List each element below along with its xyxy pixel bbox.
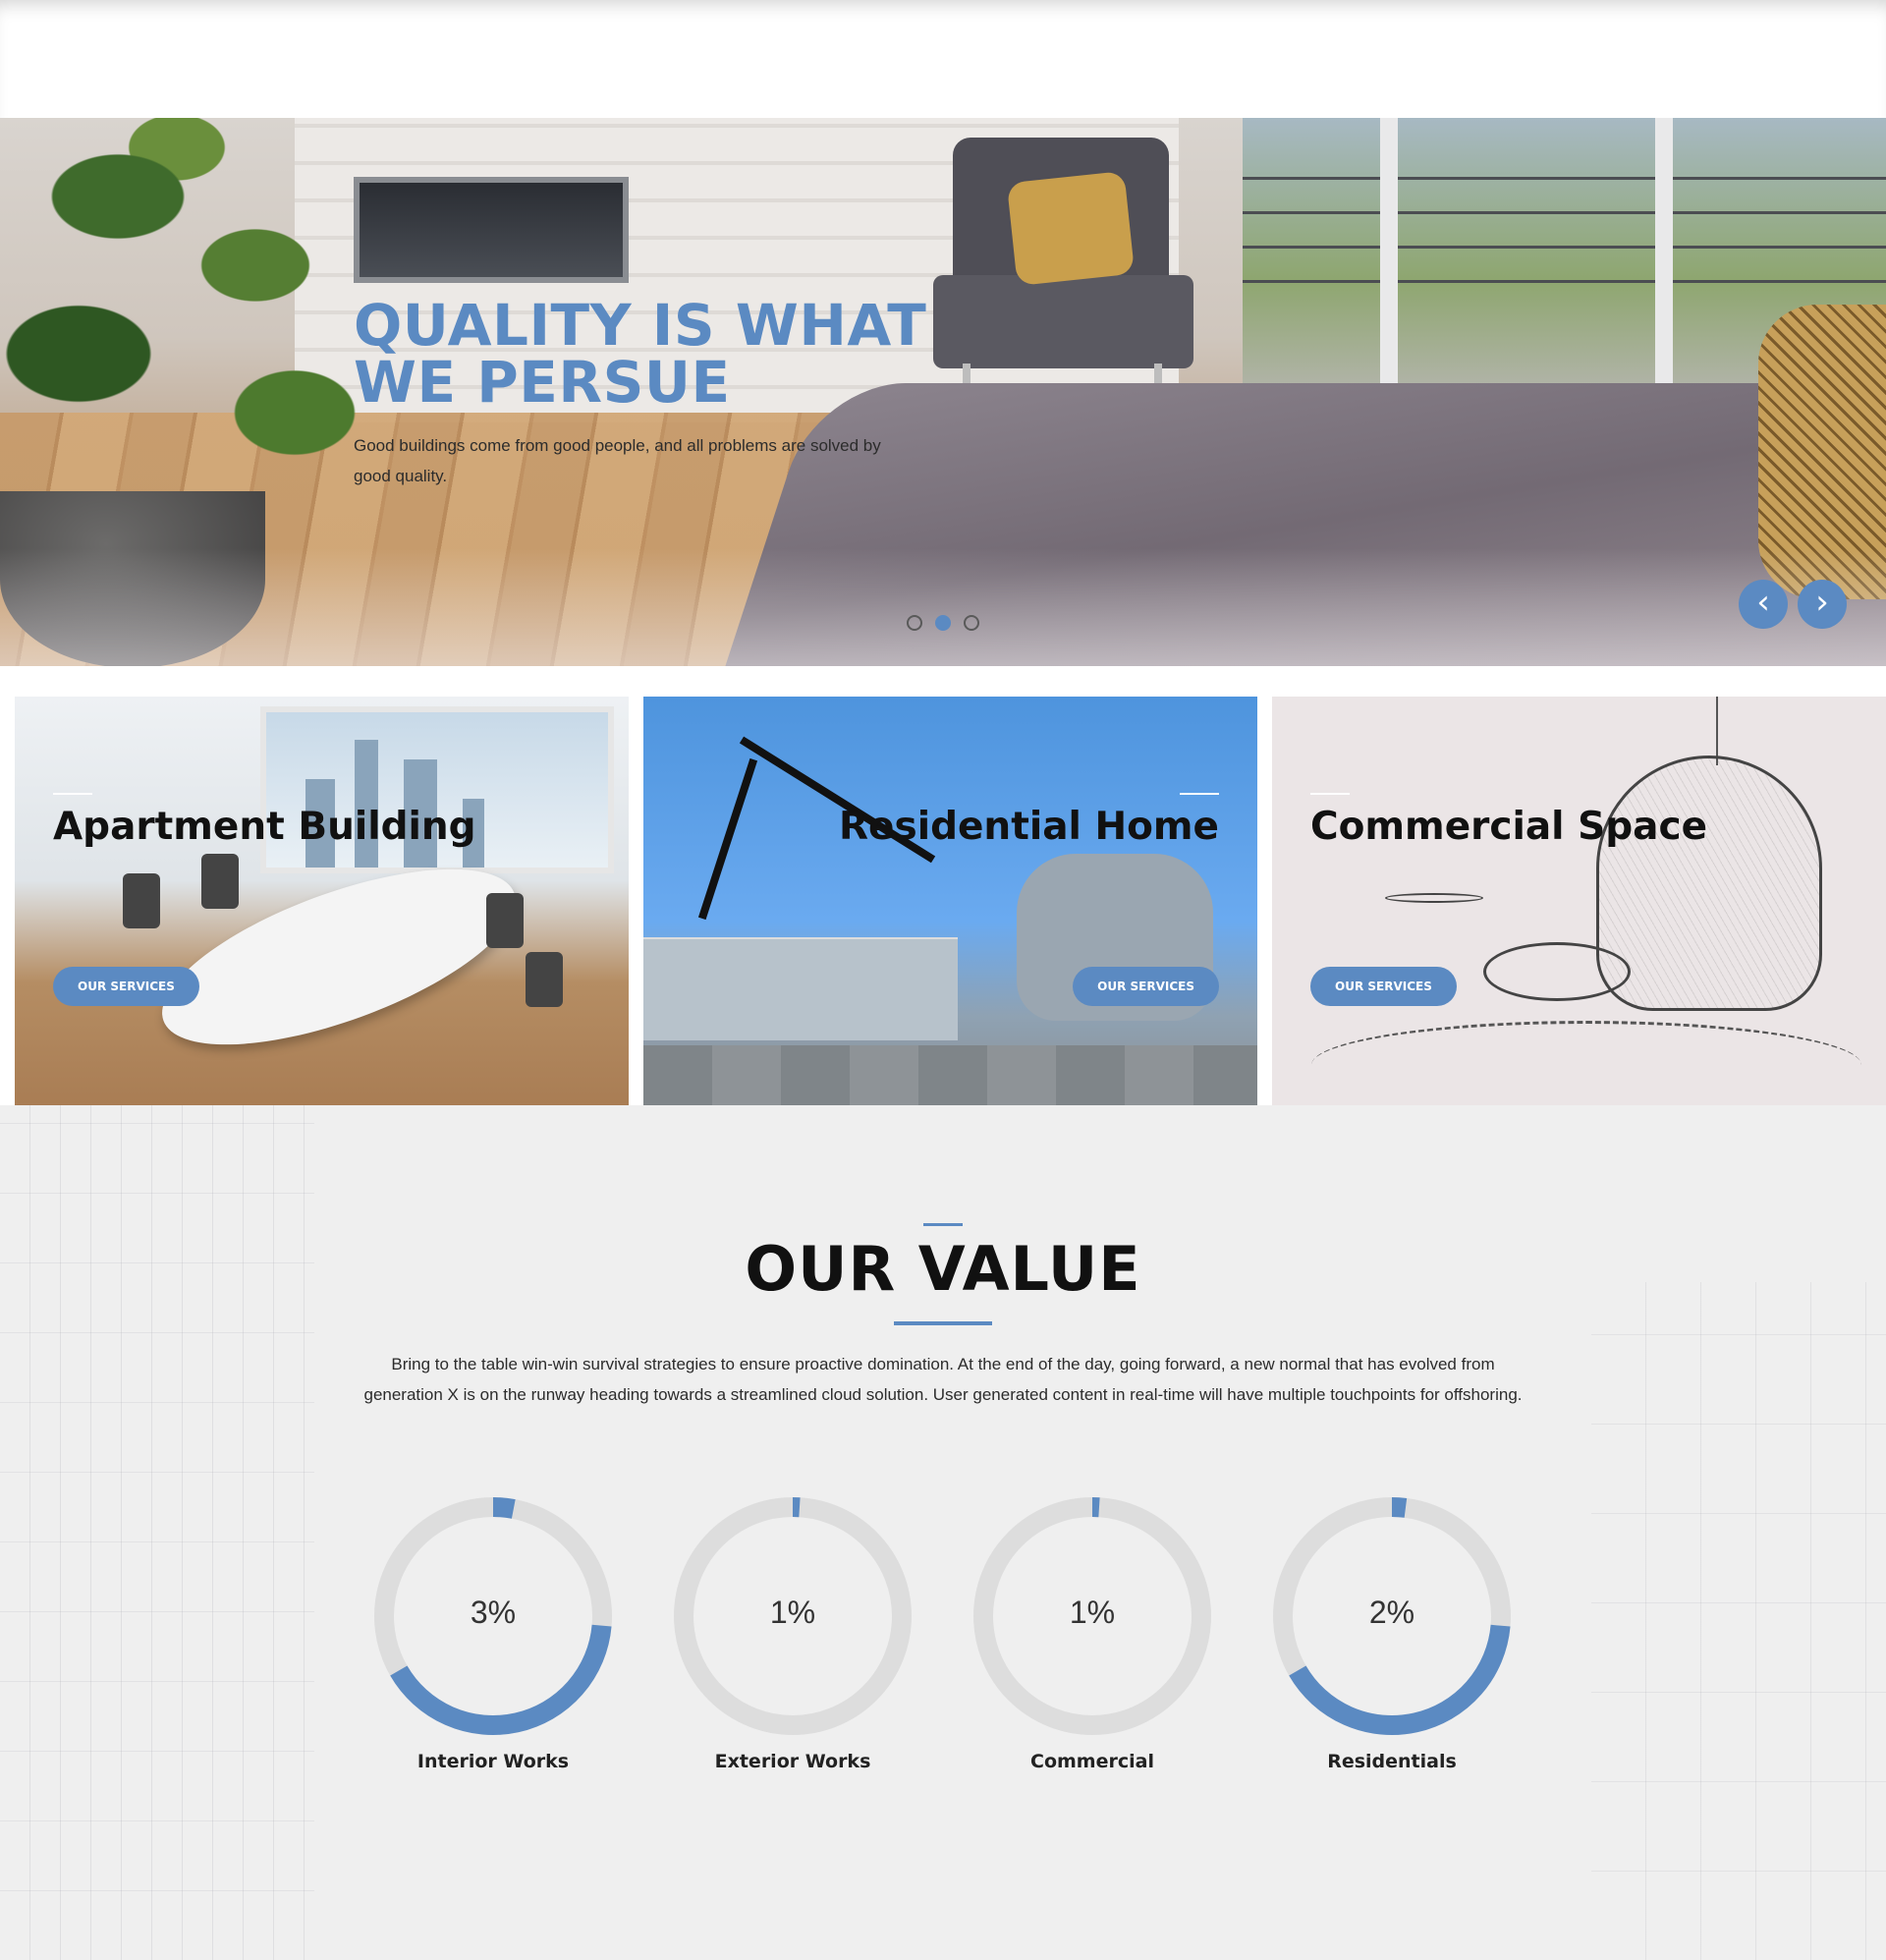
tile-rug-sketch: [1311, 1021, 1861, 1105]
service-tile-residential[interactable]: Residential Home OUR SERVICES: [643, 697, 1257, 1105]
section-title-underline: [894, 1321, 992, 1325]
header-bar: [0, 0, 1886, 118]
tile-lamp-decor: [697, 757, 758, 921]
gauge-percent: 1%: [769, 1595, 816, 1630]
slider-dot-3[interactable]: [964, 615, 979, 631]
tile-title: Residential Home: [839, 805, 1219, 849]
gauge-value-arc: [492, 1497, 516, 1519]
our-value-section: OUR VALUE Bring to the table win-win sur…: [0, 1105, 1886, 1960]
tile-chair-decor: [486, 893, 524, 948]
section-title: OUR VALUE: [745, 1233, 1141, 1305]
value-gauges: 3% Interior Works 1% Exterior Works 1% C…: [0, 1493, 1886, 1808]
tile-accent-line: [53, 793, 92, 795]
slider-next-button[interactable]: ›: [1798, 580, 1847, 629]
gauge-value-arc: [1391, 1497, 1408, 1518]
tile-accent-line: [1310, 793, 1350, 795]
gauge-label: Commercial: [1030, 1751, 1154, 1772]
tile-cabinet-decor: [643, 937, 958, 1040]
tile-chair-decor: [123, 873, 160, 928]
hero-vignette: [0, 548, 1886, 666]
slider-pagination: [907, 615, 979, 631]
hero-text: Good buildings come from good people, an…: [354, 436, 881, 485]
gauge-decor-arc: [390, 1624, 612, 1735]
tile-title: Commercial Space: [1310, 805, 1708, 849]
gauge-label: Interior Works: [416, 1751, 570, 1772]
gauge-percent: 3%: [470, 1595, 517, 1630]
tile-floor-decor: [643, 1045, 1257, 1105]
service-tile-commercial[interactable]: Commercial Space OUR SERVICES: [1272, 697, 1886, 1105]
gauge-interior-works: 3% Interior Works: [370, 1493, 616, 1788]
slider-prev-button[interactable]: ‹: [1739, 580, 1788, 629]
hero-slider: QUALITY IS WHAT WE PERSUE Good buildings…: [0, 118, 1886, 666]
tile-chair-decor: [201, 854, 239, 909]
our-services-button[interactable]: OUR SERVICES: [1073, 967, 1219, 1006]
gauge-label: Exterior Works: [714, 1751, 871, 1772]
gauge-decor-arc: [1289, 1624, 1511, 1735]
slider-dot-1[interactable]: [907, 615, 922, 631]
chevron-left-icon: ‹: [1756, 583, 1770, 622]
tile-side-table-sketch: [1385, 893, 1483, 903]
gauge-exterior-works: 1% Exterior Works: [670, 1493, 915, 1788]
gauge-commercial: 1% Commercial: [970, 1493, 1215, 1788]
section-description: Bring to the table win-win survival stra…: [363, 1355, 1523, 1404]
our-services-button[interactable]: OUR SERVICES: [53, 967, 199, 1006]
service-tile-apartment[interactable]: Apartment Building OUR SERVICES: [15, 697, 629, 1105]
section-accent-line: [923, 1223, 963, 1226]
hero-title: QUALITY IS WHAT WE PERSUE: [354, 297, 963, 411]
our-services-button[interactable]: OUR SERVICES: [1310, 967, 1457, 1006]
gauge-percent: 1%: [1069, 1595, 1116, 1630]
tile-accent-line: [1180, 793, 1219, 795]
tile-title: Apartment Building: [53, 805, 476, 849]
hero-title-line-2: WE PERSUE: [354, 349, 731, 416]
gauge-label: Residentials: [1327, 1751, 1457, 1772]
gauge-percent: 2%: [1368, 1595, 1415, 1630]
gauge-residentials: 2% Residentials: [1269, 1493, 1515, 1788]
tile-ottoman-sketch: [1483, 942, 1631, 1001]
slider-dot-2[interactable]: [935, 615, 951, 631]
tile-chair-decor: [526, 952, 563, 1007]
chevron-right-icon: ›: [1815, 583, 1829, 622]
